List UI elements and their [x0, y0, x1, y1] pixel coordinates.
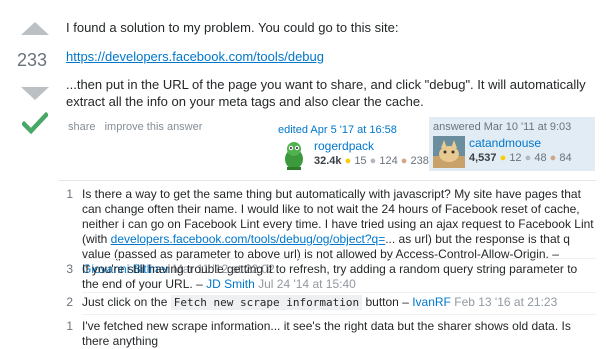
gold-badge-icon: ●: [499, 152, 507, 164]
comment-score: 3: [66, 262, 73, 276]
facebook-debug-link[interactable]: https://developers.facebook.com/tools/de…: [66, 48, 324, 65]
bronze-badge-count: 84: [559, 152, 572, 164]
comment-code: Fetch new scrape information: [170, 295, 363, 310]
gold-badge-icon: ●: [344, 155, 352, 167]
comment-date[interactable]: Jul 24 '14 at 15:40: [258, 277, 356, 291]
upvote-arrow-icon[interactable]: [21, 22, 49, 35]
comment-text: button: [362, 295, 399, 309]
downvote-arrow-icon[interactable]: [21, 87, 49, 100]
user-avatar[interactable]: [433, 136, 465, 168]
answer-paragraph: ...then put in the URL of the page you w…: [66, 77, 586, 109]
comment-score: 2: [66, 295, 73, 309]
comment-date[interactable]: Feb 13 '16 at 21:23: [454, 295, 557, 309]
bronze-badge-icon: ●: [549, 152, 557, 164]
comment-text: Just click on the: [82, 295, 171, 309]
comment-text: I've fetched new scrape information... i…: [82, 319, 571, 348]
silver-badge-icon: ●: [369, 155, 377, 167]
comment-user-link[interactable]: IvanRF: [412, 295, 451, 309]
answered-date: answered Mar 10 '11 at 9:03: [433, 121, 572, 133]
comment-body: I've fetched new scrape information... i…: [82, 319, 596, 349]
user-name-link[interactable]: catandmouse: [469, 136, 541, 150]
user-avatar[interactable]: [278, 139, 310, 171]
editor-signature: edited Apr 5 '17 at 16:58 rogerdpack 32.…: [274, 120, 429, 172]
bronze-badge-icon: ●: [400, 155, 408, 167]
comment-divider: [82, 292, 596, 293]
share-link[interactable]: share: [68, 121, 96, 133]
comment-body: If you're still having trouble getting i…: [82, 262, 596, 292]
gold-badge-count: 15: [354, 155, 367, 167]
comment-dash: –: [398, 295, 413, 309]
accepted-checkmark-icon: [22, 112, 48, 134]
owner-signature: answered Mar 10 '11 at 9:03 catandmouse …: [429, 117, 595, 171]
gold-badge-count: 12: [509, 152, 522, 164]
reputation-score: 32.4k: [314, 155, 342, 167]
comment-divider: [82, 258, 596, 259]
edited-date-link[interactable]: edited Apr 5 '17 at 16:58: [278, 124, 397, 136]
silver-badge-icon: ●: [524, 152, 532, 164]
comment-score: 1: [66, 319, 73, 333]
comment-body: Just click on the Fetch new scrape infor…: [82, 295, 596, 310]
vote-count: 233: [16, 50, 48, 70]
silver-badge-count: 48: [534, 152, 547, 164]
comment-dash: –: [192, 277, 207, 291]
answer-paragraph: I found a solution to my problem. You co…: [66, 20, 399, 35]
comment-divider: [82, 314, 596, 315]
comment-user-link[interactable]: JD Smith: [206, 277, 255, 291]
vote-cell: 233: [0, 0, 64, 150]
comment-link[interactable]: developers.facebook.com/tools/debug/og/o…: [111, 232, 386, 246]
user-reputation: 32.4k ● 15 ● 124 ● 238: [314, 155, 429, 167]
comments-list: 1 Is there a way to get the same thing b…: [58, 180, 596, 348]
user-reputation: 4,537 ● 12 ● 48 ● 84: [469, 152, 572, 164]
reputation-score: 4,537: [469, 152, 497, 164]
improve-answer-link[interactable]: improve this answer: [105, 121, 203, 133]
silver-badge-count: 124: [379, 155, 398, 167]
user-name-link[interactable]: rogerdpack: [314, 139, 374, 153]
post-menu: share improve this answer: [68, 121, 208, 133]
comment-score: 1: [66, 187, 73, 201]
bronze-badge-count: 238: [410, 155, 429, 167]
